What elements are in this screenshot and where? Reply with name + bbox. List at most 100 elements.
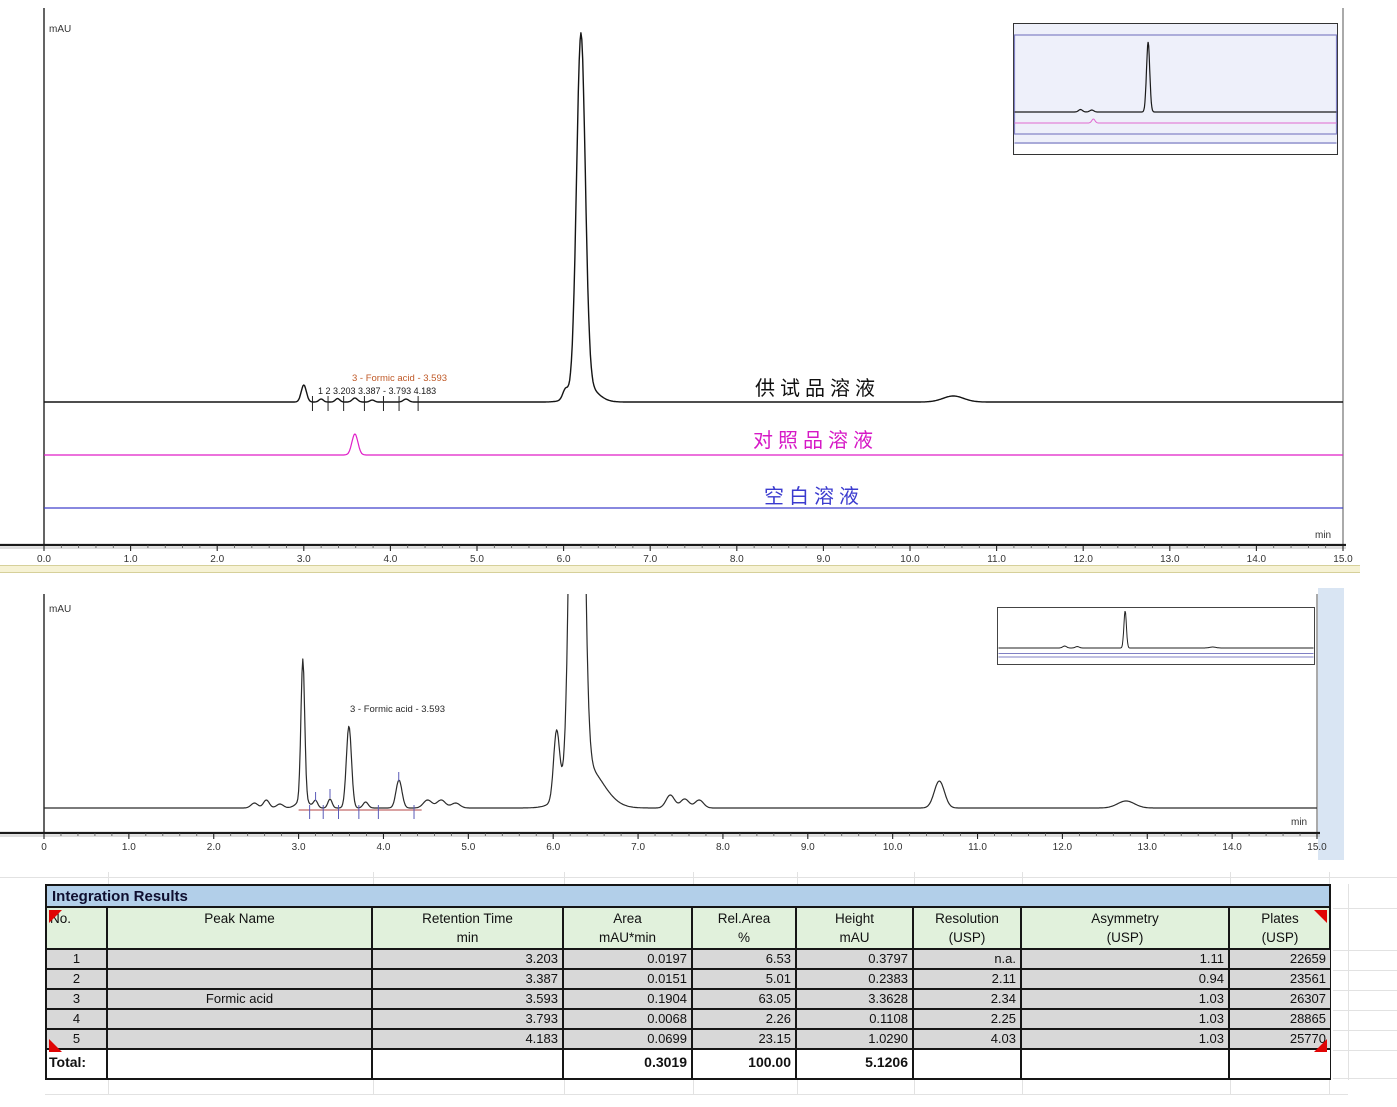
cell: Formic acid	[108, 990, 373, 1010]
svg-text:11.0: 11.0	[968, 842, 987, 853]
spreadsheet-gridline	[1333, 908, 1397, 909]
spreadsheet-gridline	[1329, 872, 1330, 884]
spreadsheet-gridline	[693, 872, 694, 884]
svg-text:0.0: 0.0	[37, 554, 51, 565]
cell: 63.05	[693, 990, 797, 1010]
cell: 3.793	[373, 1010, 564, 1030]
cell	[108, 1010, 373, 1030]
spreadsheet-gridline	[914, 872, 915, 884]
svg-text:1.0: 1.0	[122, 842, 136, 853]
total-cell	[1230, 1050, 1330, 1078]
svg-text:9.0: 9.0	[801, 842, 815, 853]
cell: 4	[47, 1010, 108, 1030]
svg-text:8.0: 8.0	[716, 842, 730, 853]
cell: 3.593	[373, 990, 564, 1010]
blank-trace-label: 空白溶液	[764, 486, 864, 508]
cell: 3	[47, 990, 108, 1010]
cell: 4.03	[914, 1030, 1022, 1050]
overview-inset-zoomed	[997, 607, 1315, 665]
cell: 1.03	[1022, 990, 1230, 1010]
svg-text:15.0: 15.0	[1307, 842, 1327, 853]
spreadsheet-gridline	[1022, 1080, 1023, 1094]
cell: 2.26	[693, 1010, 797, 1030]
cell: 25770	[1230, 1030, 1330, 1050]
cell: 0.1904	[564, 990, 693, 1010]
cell	[108, 950, 373, 970]
cell: 3.387	[373, 970, 564, 990]
formic-acid-peak-label: 3 - Formic acid - 3.593	[352, 374, 447, 384]
svg-text:4.0: 4.0	[383, 554, 397, 565]
cell: 28865	[1230, 1010, 1330, 1030]
table-total-row: Total:0.3019100.005.1206	[47, 1050, 1329, 1078]
spreadsheet-gridline	[373, 1080, 374, 1094]
spreadsheet-gridline	[564, 1080, 565, 1094]
spreadsheet-gridline	[693, 1080, 694, 1094]
total-cell: 100.00	[693, 1050, 797, 1078]
svg-text:8.0: 8.0	[730, 554, 744, 565]
svg-text:3.0: 3.0	[297, 554, 311, 565]
overview-inset-top	[1013, 23, 1338, 155]
cell: 2	[47, 970, 108, 990]
cell: 5.01	[693, 970, 797, 990]
spreadsheet-gridline	[1333, 1030, 1397, 1031]
svg-text:5.0: 5.0	[470, 554, 484, 565]
cell: n.a.	[914, 950, 1022, 970]
cell	[108, 970, 373, 990]
spreadsheet-gridline	[564, 872, 565, 884]
spreadsheet-gridline	[1022, 872, 1023, 884]
axis-separator-strip	[0, 565, 1360, 573]
svg-text:7.0: 7.0	[631, 842, 645, 853]
svg-text:0: 0	[41, 842, 47, 853]
svg-text:2.0: 2.0	[210, 554, 224, 565]
column-header-plates: Plates(USP)	[1230, 908, 1330, 948]
retention-labels-cluster: 1 2 3.203 3.387 - 3.793 4.183	[318, 387, 436, 397]
sample-trace-label: 供试品溶液	[755, 378, 880, 400]
cell: 0.0068	[564, 1010, 693, 1030]
spreadsheet-gridline	[1333, 1078, 1397, 1079]
table-row: 43.7930.00682.260.11082.251.0328865	[47, 1010, 1329, 1030]
cell: 1.03	[1022, 1030, 1230, 1050]
column-header-height: HeightmAU	[797, 908, 914, 948]
spreadsheet-gridline	[797, 1080, 798, 1094]
cell: 23.15	[693, 1030, 797, 1050]
formic-acid-peak-label-zoomed: 3 - Formic acid - 3.593	[350, 705, 445, 715]
spreadsheet-gridline	[914, 1080, 915, 1094]
chromatogram-report-page: 0.01.02.03.04.05.06.07.08.09.010.011.012…	[0, 0, 1397, 1107]
table-title-text: Integration Results	[52, 888, 188, 905]
spreadsheet-gridline	[797, 872, 798, 884]
table-row: 23.3870.01515.010.23832.110.9423561	[47, 970, 1329, 990]
integration-results-table: Integration Results No. Peak Name Retent…	[45, 884, 1331, 1080]
svg-text:6.0: 6.0	[557, 554, 571, 565]
spreadsheet-gridline	[373, 872, 374, 884]
column-header-peak-name: Peak Name	[108, 908, 373, 948]
cell: 1.03	[1022, 1010, 1230, 1030]
svg-text:4.0: 4.0	[377, 842, 391, 853]
spreadsheet-gridline	[1333, 1050, 1397, 1051]
cell: 3.3628	[797, 990, 914, 1010]
svg-text:9.0: 9.0	[816, 554, 830, 565]
svg-text:2.0: 2.0	[207, 842, 221, 853]
cell: 0.0699	[564, 1030, 693, 1050]
cell: 2.34	[914, 990, 1022, 1010]
total-cell	[108, 1050, 373, 1078]
cell	[108, 1030, 373, 1050]
spreadsheet-gridline	[1333, 970, 1397, 971]
svg-text:1.0: 1.0	[124, 554, 138, 565]
y-axis-unit-label: mAU	[49, 604, 71, 615]
cell: 1.0290	[797, 1030, 914, 1050]
cell: 2.11	[914, 970, 1022, 990]
total-cell: 0.3019	[564, 1050, 693, 1078]
column-header-retention-time: Retention Timemin	[373, 908, 564, 948]
spreadsheet-gridline	[1230, 872, 1231, 884]
svg-text:3.0: 3.0	[292, 842, 306, 853]
svg-text:6.0: 6.0	[546, 842, 560, 853]
cell: 4.183	[373, 1030, 564, 1050]
cell: 0.0151	[564, 970, 693, 990]
svg-text:10.0: 10.0	[883, 842, 903, 853]
spreadsheet-gridline	[1333, 1010, 1397, 1011]
table-row: 3Formic acid3.5930.190463.053.36282.341.…	[47, 990, 1329, 1010]
svg-text:7.0: 7.0	[643, 554, 657, 565]
total-cell: Total:	[47, 1050, 108, 1078]
svg-text:14.0: 14.0	[1247, 554, 1267, 565]
cell: 1	[47, 950, 108, 970]
